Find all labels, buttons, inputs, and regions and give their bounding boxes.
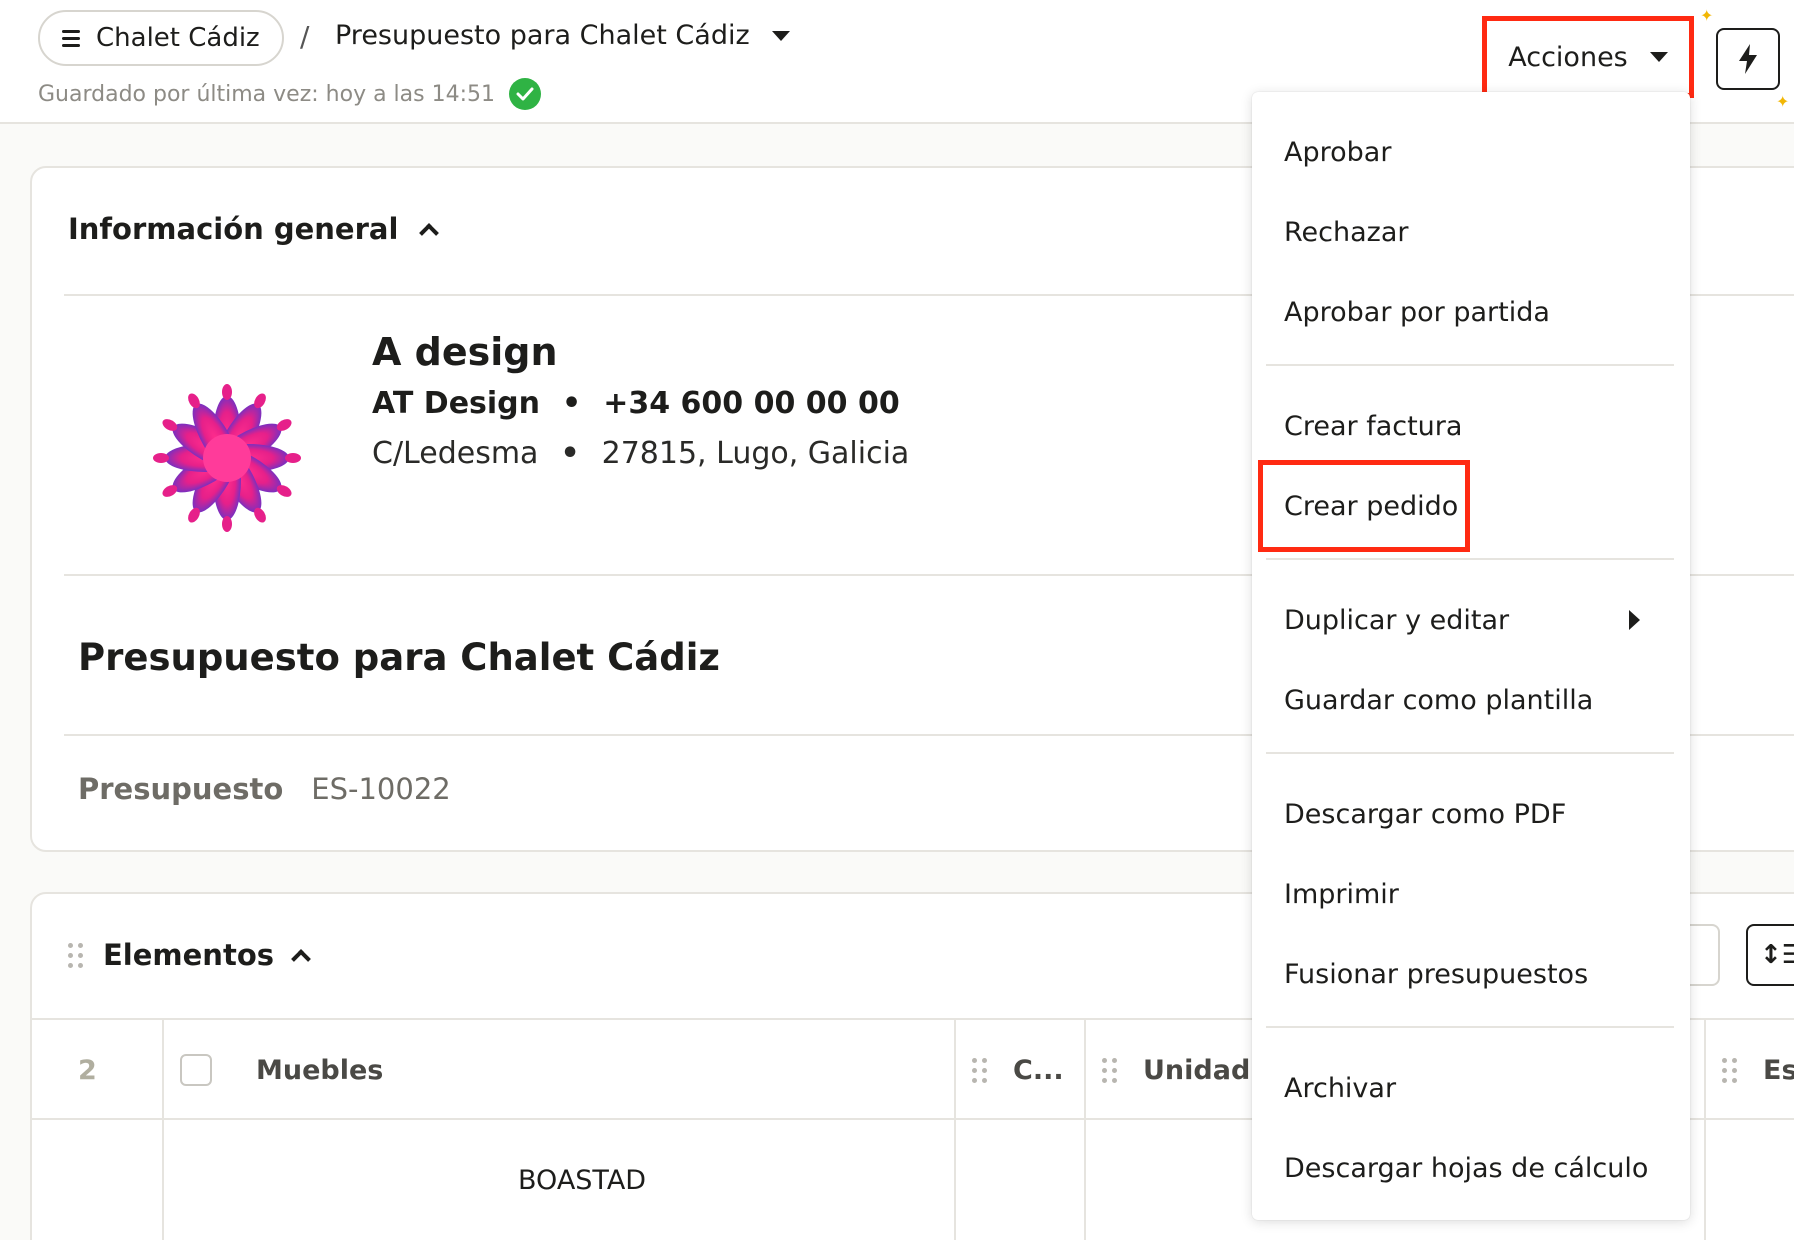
- caret-down-icon: [771, 30, 790, 41]
- menu-item-duplicar-y-editar[interactable]: Duplicar y editar: [1284, 600, 1509, 640]
- project-label: Chalet Cádiz: [96, 23, 260, 53]
- column-divider: [162, 1020, 164, 1120]
- bullet: •: [562, 386, 582, 421]
- quote-title[interactable]: Presupuesto para Chalet Cádiz: [78, 636, 720, 679]
- sparkle-icon: ✦: [1776, 92, 1790, 111]
- menu-item-aprobar[interactable]: Aprobar: [1284, 132, 1391, 172]
- bullet: •: [560, 436, 580, 471]
- menu-divider: [1266, 364, 1674, 366]
- column-divider: [1704, 1120, 1706, 1240]
- company-address: C/Ledesma • 27815, Lugo, Galicia: [372, 436, 909, 471]
- check-circle-icon: [509, 78, 542, 110]
- general-info-toggle[interactable]: Información general: [68, 212, 440, 246]
- company-legal-name: AT Design: [372, 386, 541, 421]
- menu-item-fusionar-presupuestos[interactable]: Fusionar presupuestos: [1284, 954, 1588, 994]
- menu-item-imprimir[interactable]: Imprimir: [1284, 874, 1399, 914]
- item-name[interactable]: BOASTAD: [518, 1120, 646, 1240]
- row-count: 2: [78, 1054, 97, 1086]
- column-divider: [1704, 1020, 1706, 1120]
- drag-handle-icon[interactable]: [1722, 1057, 1737, 1083]
- menu-divider: [1266, 752, 1674, 754]
- company-contact: AT Design • +34 600 00 00 00: [372, 386, 900, 421]
- column-divider: [954, 1020, 956, 1120]
- line-height-icon: ↕☰: [1760, 940, 1794, 970]
- line-height-button[interactable]: ↕☰: [1746, 924, 1794, 986]
- column-divider: [1084, 1020, 1086, 1120]
- save-status-text: Guardado por última vez: hoy a las 14:51: [38, 81, 496, 107]
- column-header-c[interactable]: C...: [1013, 1055, 1064, 1086]
- column-header-es[interactable]: Es...: [1763, 1055, 1794, 1086]
- menu-item-archivar[interactable]: Archivar: [1284, 1068, 1396, 1108]
- breadcrumb-separator: /: [300, 20, 310, 53]
- menu-icon: [62, 29, 80, 47]
- menu-item-crear-factura[interactable]: Crear factura: [1284, 406, 1462, 446]
- actions-label: Acciones: [1508, 41, 1628, 73]
- menu-item-guardar-como-plantilla[interactable]: Guardar como plantilla: [1284, 680, 1593, 720]
- menu-item-aprobar-por-partida[interactable]: Aprobar por partida: [1284, 292, 1550, 332]
- menu-item-descargar-pdf[interactable]: Descargar como PDF: [1284, 794, 1566, 834]
- chevron-up-icon: [419, 223, 440, 243]
- company-name: A design: [372, 330, 558, 374]
- lotus-logo: [153, 384, 301, 532]
- project-breadcrumb-button[interactable]: Chalet Cádiz: [38, 10, 284, 66]
- menu-item-crear-pedido[interactable]: Crear pedido: [1284, 486, 1458, 526]
- menu-divider: [1266, 1026, 1674, 1028]
- menu-item-descargar-hojas-calculo[interactable]: Descargar hojas de cálculo: [1284, 1148, 1648, 1188]
- drag-handle-icon[interactable]: [1102, 1057, 1117, 1083]
- actions-menu: Aprobar Rechazar Aprobar por partida Cre…: [1252, 92, 1690, 1220]
- company-city: 27815, Lugo, Galicia: [601, 436, 910, 471]
- submenu-arrow-icon: [1629, 610, 1640, 630]
- column-divider: [1084, 1120, 1086, 1240]
- company-phone: +34 600 00 00 00: [603, 386, 900, 421]
- quote-reference-value[interactable]: ES-10022: [311, 772, 450, 806]
- quick-actions-button[interactable]: [1716, 28, 1780, 90]
- company-logo: [127, 358, 327, 558]
- select-all-checkbox[interactable]: [180, 1054, 212, 1086]
- chevron-up-icon: [291, 949, 311, 969]
- document-title: Presupuesto para Chalet Cádiz: [335, 20, 750, 51]
- group-name-header[interactable]: Muebles: [256, 1020, 383, 1120]
- elements-toggle[interactable]: Elementos: [68, 938, 311, 972]
- drag-handle-icon[interactable]: [68, 942, 83, 968]
- quote-reference: Presupuesto ES-10022: [78, 772, 451, 806]
- quote-reference-label: Presupuesto: [78, 772, 284, 806]
- menu-divider: [1266, 558, 1674, 560]
- save-status: Guardado por última vez: hoy a las 14:51: [38, 78, 542, 110]
- column-divider: [954, 1120, 956, 1240]
- column-divider: [162, 1120, 164, 1240]
- sparkle-icon: ✦: [1700, 6, 1714, 25]
- caret-down-icon: [1649, 52, 1668, 62]
- document-title-dropdown[interactable]: Presupuesto para Chalet Cádiz: [335, 20, 790, 51]
- company-street: C/Ledesma: [372, 436, 539, 471]
- general-info-title: Información general: [68, 212, 399, 246]
- bolt-icon: [1739, 44, 1757, 74]
- actions-button[interactable]: Acciones: [1482, 16, 1694, 98]
- column-header-unidad[interactable]: Unidad: [1143, 1055, 1250, 1086]
- menu-item-rechazar[interactable]: Rechazar: [1284, 212, 1408, 252]
- drag-handle-icon[interactable]: [972, 1057, 987, 1083]
- elements-title: Elementos: [103, 938, 274, 972]
